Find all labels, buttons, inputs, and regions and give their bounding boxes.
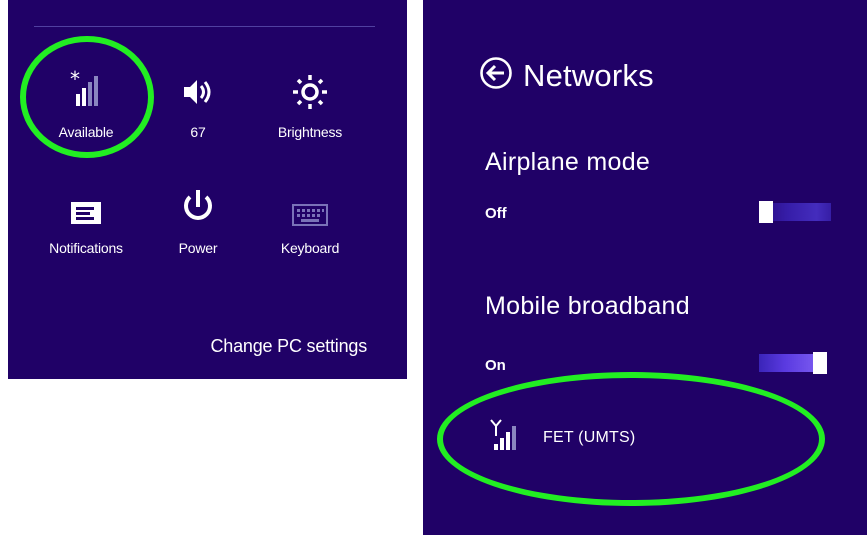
notifications-tile-label: Notifications	[49, 240, 123, 256]
toggle-thumb[interactable]	[813, 352, 827, 374]
power-tile[interactable]: Power	[148, 186, 248, 276]
networks-panel: Networks Airplane mode Off Mobile broadb…	[423, 0, 867, 535]
mobile-broadband-title: Mobile broadband	[485, 292, 690, 320]
brightness-tile-label: Brightness	[277, 124, 343, 140]
airplane-mode-state: Off	[485, 205, 507, 222]
airplane-mode-title: Airplane mode	[485, 148, 651, 176]
brightness-tile[interactable]: Brightness	[260, 62, 360, 152]
volume-tile-label: 67	[190, 124, 206, 140]
svg-text:*: *	[70, 70, 80, 91]
airplane-mode-toggle[interactable]	[759, 201, 831, 223]
volume-icon	[180, 62, 216, 110]
mobile-broadband-toggle[interactable]	[759, 352, 831, 374]
toggle-thumb[interactable]	[759, 201, 773, 223]
change-pc-settings-link[interactable]: Change PC settings	[211, 336, 368, 357]
network-tile-label: Available	[58, 124, 114, 140]
network-connection-item[interactable]: FET (UMTS)	[487, 418, 635, 457]
network-tile[interactable]: * Available	[36, 62, 136, 152]
notifications-icon	[68, 186, 104, 226]
settings-charm-panel: * Available 67 Brightness Notifications …	[8, 0, 407, 379]
toggle-track	[759, 354, 817, 372]
divider	[34, 26, 375, 27]
keyboard-icon	[292, 186, 328, 226]
back-arrow-icon[interactable]	[479, 56, 513, 95]
volume-tile[interactable]: 67	[148, 62, 248, 152]
mobile-broadband-state: On	[485, 357, 506, 374]
notifications-tile[interactable]: Notifications	[36, 186, 136, 276]
brightness-icon	[290, 62, 330, 110]
power-icon	[180, 186, 216, 226]
wireless-signal-available-icon: *	[66, 62, 106, 110]
page-title: Networks	[523, 57, 654, 93]
keyboard-tile[interactable]: Keyboard	[260, 186, 360, 276]
power-tile-label: Power	[178, 240, 218, 256]
networks-header: Networks	[479, 56, 654, 95]
keyboard-tile-label: Keyboard	[280, 240, 340, 256]
network-name: FET (UMTS)	[543, 428, 636, 446]
cellular-antenna-signal-icon	[487, 418, 523, 457]
